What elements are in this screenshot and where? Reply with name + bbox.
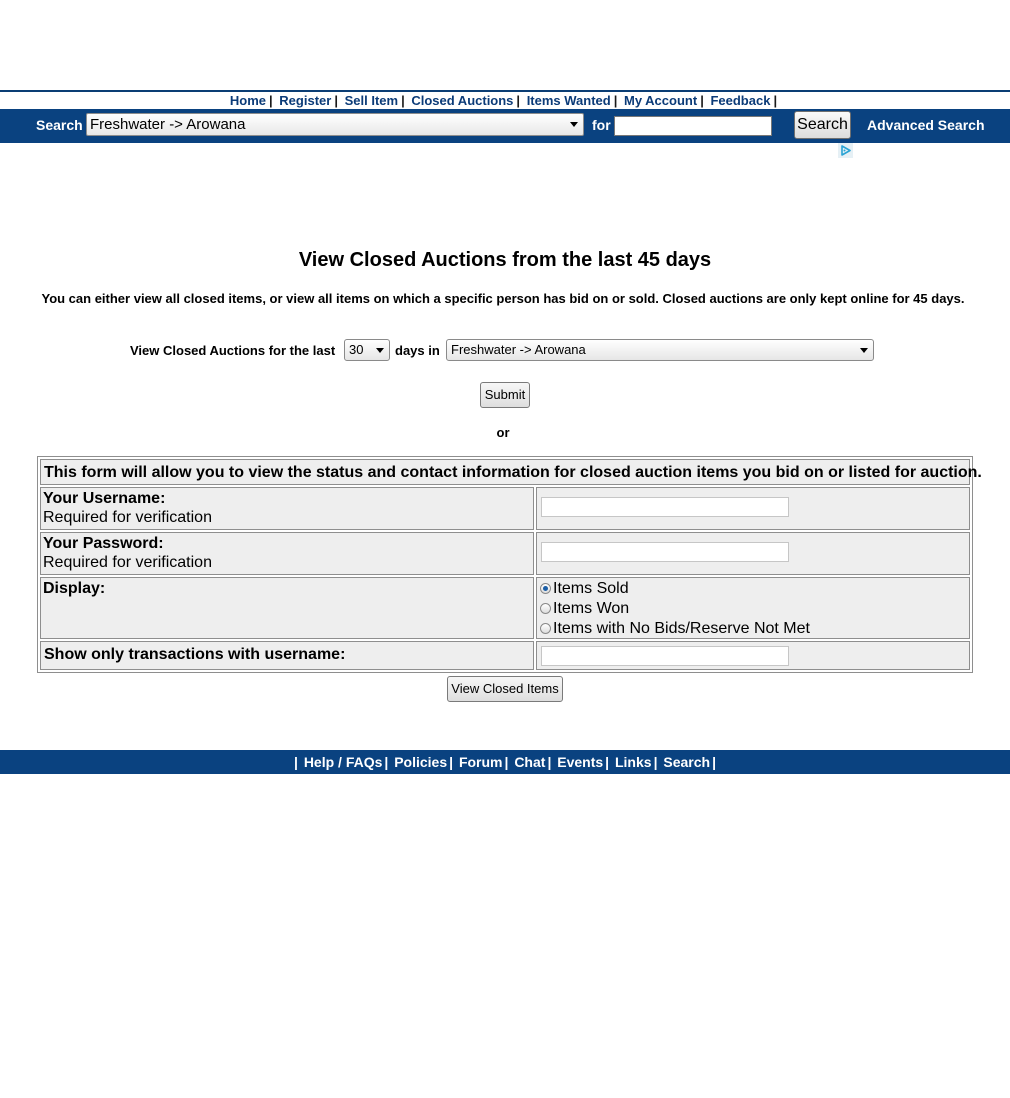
- intro-text: You can either view all closed items, or…: [41, 291, 965, 306]
- nav-register[interactable]: Register: [279, 93, 331, 108]
- display-label-cell: Display:: [40, 577, 534, 639]
- chevron-down-icon: [376, 348, 384, 353]
- radio-icon[interactable]: [540, 623, 551, 634]
- chevron-down-icon: [860, 348, 868, 353]
- form-header: This form will allow you to view the sta…: [40, 459, 982, 485]
- search-input[interactable]: [614, 116, 772, 136]
- category-select-value: Freshwater -> Arowana: [90, 116, 246, 133]
- radio-items-sold[interactable]: Items Sold: [540, 579, 629, 599]
- username-label-cell: Your Username: Required for verification: [40, 487, 534, 530]
- closed-category-select[interactable]: Freshwater -> Arowana: [446, 339, 874, 361]
- radio-no-bids[interactable]: Items with No Bids/Reserve Not Met: [540, 619, 810, 639]
- footer-help-faqs[interactable]: Help / FAQs: [304, 754, 383, 770]
- closed-items-form: This form will allow you to view the sta…: [37, 456, 982, 673]
- nav-home[interactable]: Home: [230, 93, 266, 108]
- username-field[interactable]: [541, 497, 789, 517]
- chevron-down-icon: [570, 122, 578, 127]
- radio-items-won[interactable]: Items Won: [540, 599, 629, 619]
- filter-user-label: Show only transactions with username:: [44, 646, 346, 663]
- page-title: View Closed Auctions from the last 45 da…: [298, 249, 712, 271]
- filter-user-label-cell: Show only transactions with username:: [40, 641, 534, 670]
- radio-icon[interactable]: [540, 603, 551, 614]
- days-in-label: days in: [395, 343, 440, 358]
- footer-nav: | Help / FAQs | Policies | Forum | Chat | Ev…: [0, 750, 1010, 774]
- username-hint: Required for verification: [43, 509, 212, 526]
- closed-category-value: Freshwater -> Arowana: [451, 342, 586, 357]
- nav-my-account[interactable]: My Account: [624, 93, 697, 108]
- username-label: Your Username:: [43, 490, 166, 507]
- top-nav: Home | Register | Sell Item | Closed Auctio…: [229, 93, 778, 108]
- days-select-value: 30: [349, 342, 364, 357]
- search-bar: Search Freshwater -> Arowana for Search …: [0, 109, 1010, 143]
- nav-feedback[interactable]: Feedback: [710, 93, 770, 108]
- nav-closed-auctions[interactable]: Closed Auctions: [411, 93, 513, 108]
- footer-forum[interactable]: Forum: [459, 754, 503, 770]
- password-hint: Required for verification: [43, 554, 212, 571]
- password-label: Your Password:: [43, 535, 164, 552]
- advanced-search-link[interactable]: Advanced Search: [867, 109, 985, 143]
- filter-user-field-cell: [536, 641, 970, 670]
- footer-search[interactable]: Search: [663, 754, 710, 770]
- radio-checked-icon[interactable]: [540, 583, 551, 594]
- footer-chat[interactable]: Chat: [514, 754, 545, 770]
- filter-user-field[interactable]: [541, 646, 789, 666]
- display-options-cell: Items Sold Items Won Items with No Bids/…: [536, 577, 970, 639]
- footer-policies[interactable]: Policies: [394, 754, 447, 770]
- search-button[interactable]: Search: [794, 111, 851, 139]
- password-field[interactable]: [541, 542, 789, 562]
- username-field-cell: [536, 487, 970, 530]
- footer-events[interactable]: Events: [557, 754, 603, 770]
- submit-button[interactable]: Submit: [480, 382, 530, 408]
- for-label: for: [592, 117, 611, 133]
- days-filter-label: View Closed Auctions for the last: [130, 343, 336, 358]
- view-closed-items-button[interactable]: View Closed Items: [447, 676, 563, 702]
- password-field-cell: [536, 532, 970, 575]
- adchoices-icon[interactable]: [838, 143, 853, 158]
- days-select[interactable]: 30: [344, 339, 390, 361]
- search-label: Search: [36, 117, 83, 133]
- category-select[interactable]: Freshwater -> Arowana: [86, 113, 584, 136]
- nav-items-wanted[interactable]: Items Wanted: [527, 93, 611, 108]
- footer-links[interactable]: Links: [615, 754, 652, 770]
- or-separator: or: [496, 425, 510, 440]
- password-label-cell: Your Password: Required for verification: [40, 532, 534, 575]
- nav-sell-item[interactable]: Sell Item: [345, 93, 398, 108]
- display-label: Display:: [43, 580, 106, 597]
